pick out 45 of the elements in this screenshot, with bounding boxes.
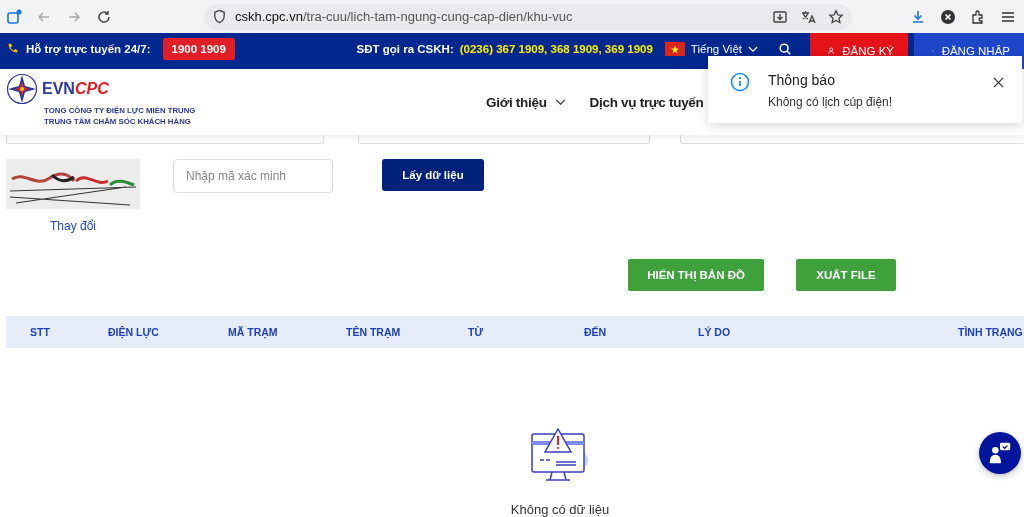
hotline-label: Hỗ trợ trực tuyến 24/7: (26, 43, 151, 55)
url-text: cskh.cpc.vn/tra-cuu/lich-tam-ngung-cung-cap-dien/khu-vuc (235, 9, 574, 24)
cskh-numbers: (0236) 367 1909, 368 1909, 369 1909 (459, 43, 653, 55)
reload-icon[interactable] (96, 8, 112, 25)
chevron-down-icon[interactable] (748, 45, 758, 53)
empty-message: Không có dữ liệu (510, 502, 610, 517)
change-captcha-link[interactable]: Thay đổi (50, 219, 96, 233)
support-agent-icon (987, 440, 1013, 466)
column-header: ĐIỆN LỰC (108, 326, 160, 338)
hotline-badge[interactable]: 1900 1909 (162, 38, 235, 60)
support-chat-button[interactable] (979, 432, 1021, 474)
install-icon[interactable] (772, 8, 788, 25)
notification-message: Không có lịch cúp điện! (768, 95, 894, 109)
notification-title: Thông báo (768, 72, 836, 88)
chevron-down-icon (554, 98, 566, 106)
site-info-icon[interactable] (212, 9, 227, 24)
tab-icon[interactable] (6, 8, 22, 25)
column-header: TỪ (468, 326, 485, 338)
logo-star-icon (6, 73, 38, 105)
extensions-icon[interactable] (970, 8, 986, 25)
column-header: LÝ DO (698, 326, 732, 338)
download-icon[interactable] (910, 8, 926, 25)
column-header: TÌNH TRẠNG (958, 326, 1023, 338)
address-bar[interactable]: cskh.cpc.vn/tra-cuu/lich-tam-ngung-cung-cap-dien/khu-vuc (204, 3, 852, 30)
get-data-button[interactable]: Lấy dữ liệu (382, 159, 484, 191)
input-field[interactable] (6, 134, 324, 144)
column-header: TÊN TRẠM (346, 326, 402, 338)
search-icon[interactable] (778, 42, 792, 56)
vietnam-flag-icon (664, 42, 685, 56)
logo-wordmark: EVNCPC (42, 80, 109, 98)
column-header: MÃ TRẠM (228, 326, 279, 338)
column-header: ĐẾN (584, 326, 608, 338)
close-circle-icon[interactable] (940, 8, 956, 25)
verification-code-field[interactable]: Nhập mã xác minh (173, 159, 333, 193)
star-icon[interactable] (828, 8, 844, 25)
cskh-label: SĐT gọi ra CSKH: (356, 43, 454, 55)
column-header: STT (30, 326, 51, 338)
translate-icon[interactable] (800, 8, 816, 25)
nav-link[interactable]: Giới thiệu (486, 94, 568, 110)
info-icon (730, 72, 750, 92)
input-field[interactable] (358, 134, 650, 144)
close-icon[interactable] (993, 77, 1004, 88)
input-field[interactable] (680, 134, 1024, 144)
language-selector[interactable]: Tiếng Việt (690, 43, 742, 55)
nav-link[interactable]: Dịch vụ trực tuyến (589, 94, 704, 110)
